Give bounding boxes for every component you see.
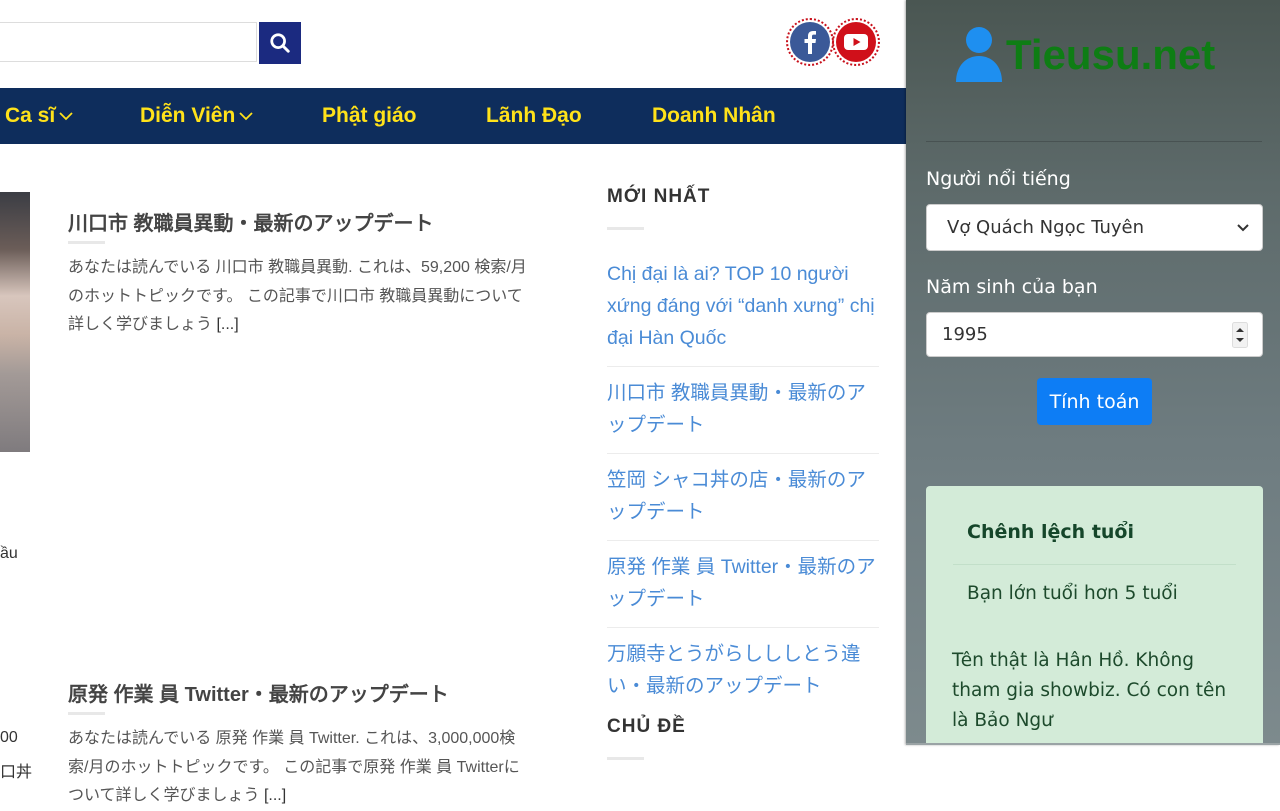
result-box: Chênh lệch tuổi Bạn lớn tuổi hơn 5 tuổi … — [926, 486, 1263, 743]
result-divider — [953, 564, 1236, 565]
nav-item-phat-giao[interactable]: Phật giáo — [322, 88, 417, 144]
youtube-icon — [844, 34, 868, 50]
chevron-down-icon — [59, 112, 73, 121]
title-divider — [68, 712, 105, 715]
nav-item-label: Phật giáo — [322, 104, 417, 127]
recent-post-link[interactable]: 川口市 教職員異動・最新のアップデート — [607, 377, 879, 454]
user-icon — [956, 27, 1002, 82]
logo: Tieusu.net — [954, 26, 1215, 84]
recent-post-link[interactable]: Chị đại là ai? TOP 10 người xứng đáng vớ… — [607, 258, 879, 367]
search-input[interactable] — [0, 22, 257, 62]
facebook-link[interactable] — [786, 18, 834, 66]
nav-item-lanh-dao[interactable]: Lãnh Đạo — [486, 88, 582, 144]
result-note: Tên thật là Hân Hồ. Không tham gia showb… — [952, 650, 1227, 731]
recent-posts-list: Chị đại là ai? TOP 10 người xứng đáng vớ… — [607, 258, 879, 724]
result-text: Bạn lớn tuổi hơn 5 tuổi — [967, 583, 1178, 604]
read-more-link[interactable]: [...] — [264, 787, 286, 804]
result-title: Chênh lệch tuổi — [967, 521, 1135, 543]
panel-divider — [926, 141, 1262, 142]
age-calculator-panel: Tieusu.net Người nổi tiếng Vợ Quách Ngọc… — [906, 0, 1280, 745]
cut-off-text: ầu — [0, 545, 18, 562]
title-divider — [68, 241, 105, 244]
chevron-down-icon — [239, 112, 253, 121]
birth-year-input[interactable]: 1995 — [926, 312, 1263, 357]
chevron-down-icon — [1237, 224, 1249, 232]
nav-item-label: Diễn Viên — [140, 104, 236, 127]
nav-item-label: Lãnh Đạo — [486, 104, 582, 127]
post-excerpt: あなたは読んでいる 原発 作業 員 Twitter. これは、3,000,000… — [68, 725, 528, 811]
youtube-link[interactable] — [832, 18, 880, 66]
number-spinner-icon[interactable] — [1232, 322, 1248, 348]
nav-item-doanh-nhan[interactable]: Doanh Nhân — [652, 88, 776, 144]
post-thumbnail[interactable] — [0, 192, 30, 452]
search-button[interactable] — [259, 22, 301, 64]
nav-item-dien-vien[interactable]: Diễn Viên — [140, 88, 253, 144]
nav-item-label: Doanh Nhân — [652, 104, 776, 127]
widget-title-topics: CHỦ ĐỀ — [607, 716, 686, 737]
logo-text: Tieusu.net — [1006, 31, 1216, 78]
widget-divider — [607, 757, 644, 760]
birth-year-label: Năm sinh của bạn — [926, 276, 1098, 298]
read-more-link[interactable]: [...] — [216, 316, 238, 333]
recent-post-link[interactable]: 笠岡 シャコ丼の店・最新のアップデート — [607, 464, 879, 541]
calculate-button[interactable]: Tính toán — [1037, 378, 1152, 425]
excerpt-text: あなたは読んでいる 川口市 教職員異動. これは、59,200 検索/月のホット… — [68, 259, 527, 333]
widget-divider — [607, 227, 644, 230]
nav-item-ca-si[interactable]: Ca sĩ — [5, 88, 73, 144]
cut-off-text: 00 — [0, 729, 18, 746]
celebrity-select[interactable]: Vợ Quách Ngọc Tuyên — [926, 204, 1263, 251]
birth-year-value: 1995 — [942, 324, 988, 345]
facebook-icon — [804, 31, 816, 54]
post-title[interactable]: 川口市 教職員異動・最新のアップデート — [68, 207, 434, 236]
excerpt-text: あなたは読んでいる 原発 作業 員 Twitter. これは、3,000,000… — [68, 730, 520, 804]
cut-off-text: 口丼 — [0, 764, 33, 781]
main-nav: Ca sĩ Diễn Viên Phật giáo Lãnh Đạo Doanh… — [0, 88, 906, 144]
recent-post-link[interactable]: 万願寺とうがらしししとう違い・最新のアップデート — [607, 638, 879, 714]
recent-post-link[interactable]: 原発 作業 員 Twitter・最新のアップデート — [607, 551, 879, 628]
widget-title-recent: MỚI NHẤT — [607, 186, 711, 207]
post-excerpt: あなたは読んでいる 川口市 教職員異動. これは、59,200 検索/月のホット… — [68, 254, 538, 340]
post-title[interactable]: 原発 作業 員 Twitter・最新のアップデート — [68, 678, 449, 707]
celebrity-label: Người nổi tiếng — [926, 168, 1071, 190]
celebrity-select-value: Vợ Quách Ngọc Tuyên — [947, 217, 1145, 238]
nav-item-label: Ca sĩ — [5, 104, 56, 127]
search-icon — [270, 33, 290, 53]
